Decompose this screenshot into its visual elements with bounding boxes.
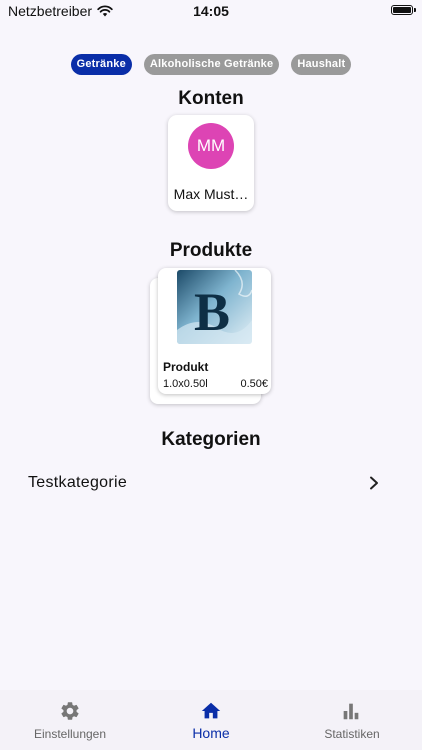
account-card[interactable]: MM Max Must… (168, 115, 254, 211)
product-card-stack[interactable]: B Produkt 1.0x0.50l 0.50€ (150, 268, 272, 404)
category-row-testkategorie[interactable]: Testkategorie (0, 470, 422, 498)
tab-home[interactable]: Home (140, 690, 282, 750)
filter-chips: Getränke Alkoholische Getränke Haushalt (0, 54, 422, 75)
tab-label-einstellungen: Einstellungen (33, 727, 107, 741)
home-icon (201, 702, 221, 719)
chip-haushalt[interactable]: Haushalt (291, 54, 352, 75)
product-card[interactable]: B Produkt 1.0x0.50l 0.50€ (158, 268, 271, 394)
tab-label-statistiken: Statistiken (324, 727, 380, 741)
tab-label-home: Home (192, 725, 230, 741)
chip-alkoholische-getraenke[interactable]: Alkoholische Getränke (143, 54, 280, 75)
bar-chart-icon (343, 703, 359, 720)
category-label: Testkategorie (28, 474, 128, 491)
battery-level (393, 7, 411, 13)
product-price: 0.50€ (240, 378, 268, 390)
tab-einstellungen[interactable]: Einstellungen (0, 690, 140, 750)
tab-statistiken[interactable]: Statistiken (282, 690, 422, 750)
product-quantity: 1.0x0.50l (163, 378, 208, 390)
accounts-title: Konten (178, 88, 244, 109)
product-image-letter: B (194, 282, 230, 342)
tab-bar: Einstellungen Home Statistiken (0, 690, 422, 750)
avatar: MM (188, 123, 234, 169)
clock: 14:05 (193, 3, 229, 19)
categories-title: Kategorien (161, 429, 261, 450)
chip-getraenke[interactable]: Getränke (70, 54, 132, 75)
account-name: Max Must… (173, 186, 249, 202)
products-title: Produkte (169, 240, 253, 261)
product-name: Produkt (163, 360, 209, 374)
status-bar: Netzbetreiber 14:05 (0, 0, 422, 24)
gear-icon (61, 702, 79, 720)
battery-icon (391, 5, 416, 15)
chevron-right-icon (370, 476, 378, 490)
product-image: B (177, 270, 252, 344)
